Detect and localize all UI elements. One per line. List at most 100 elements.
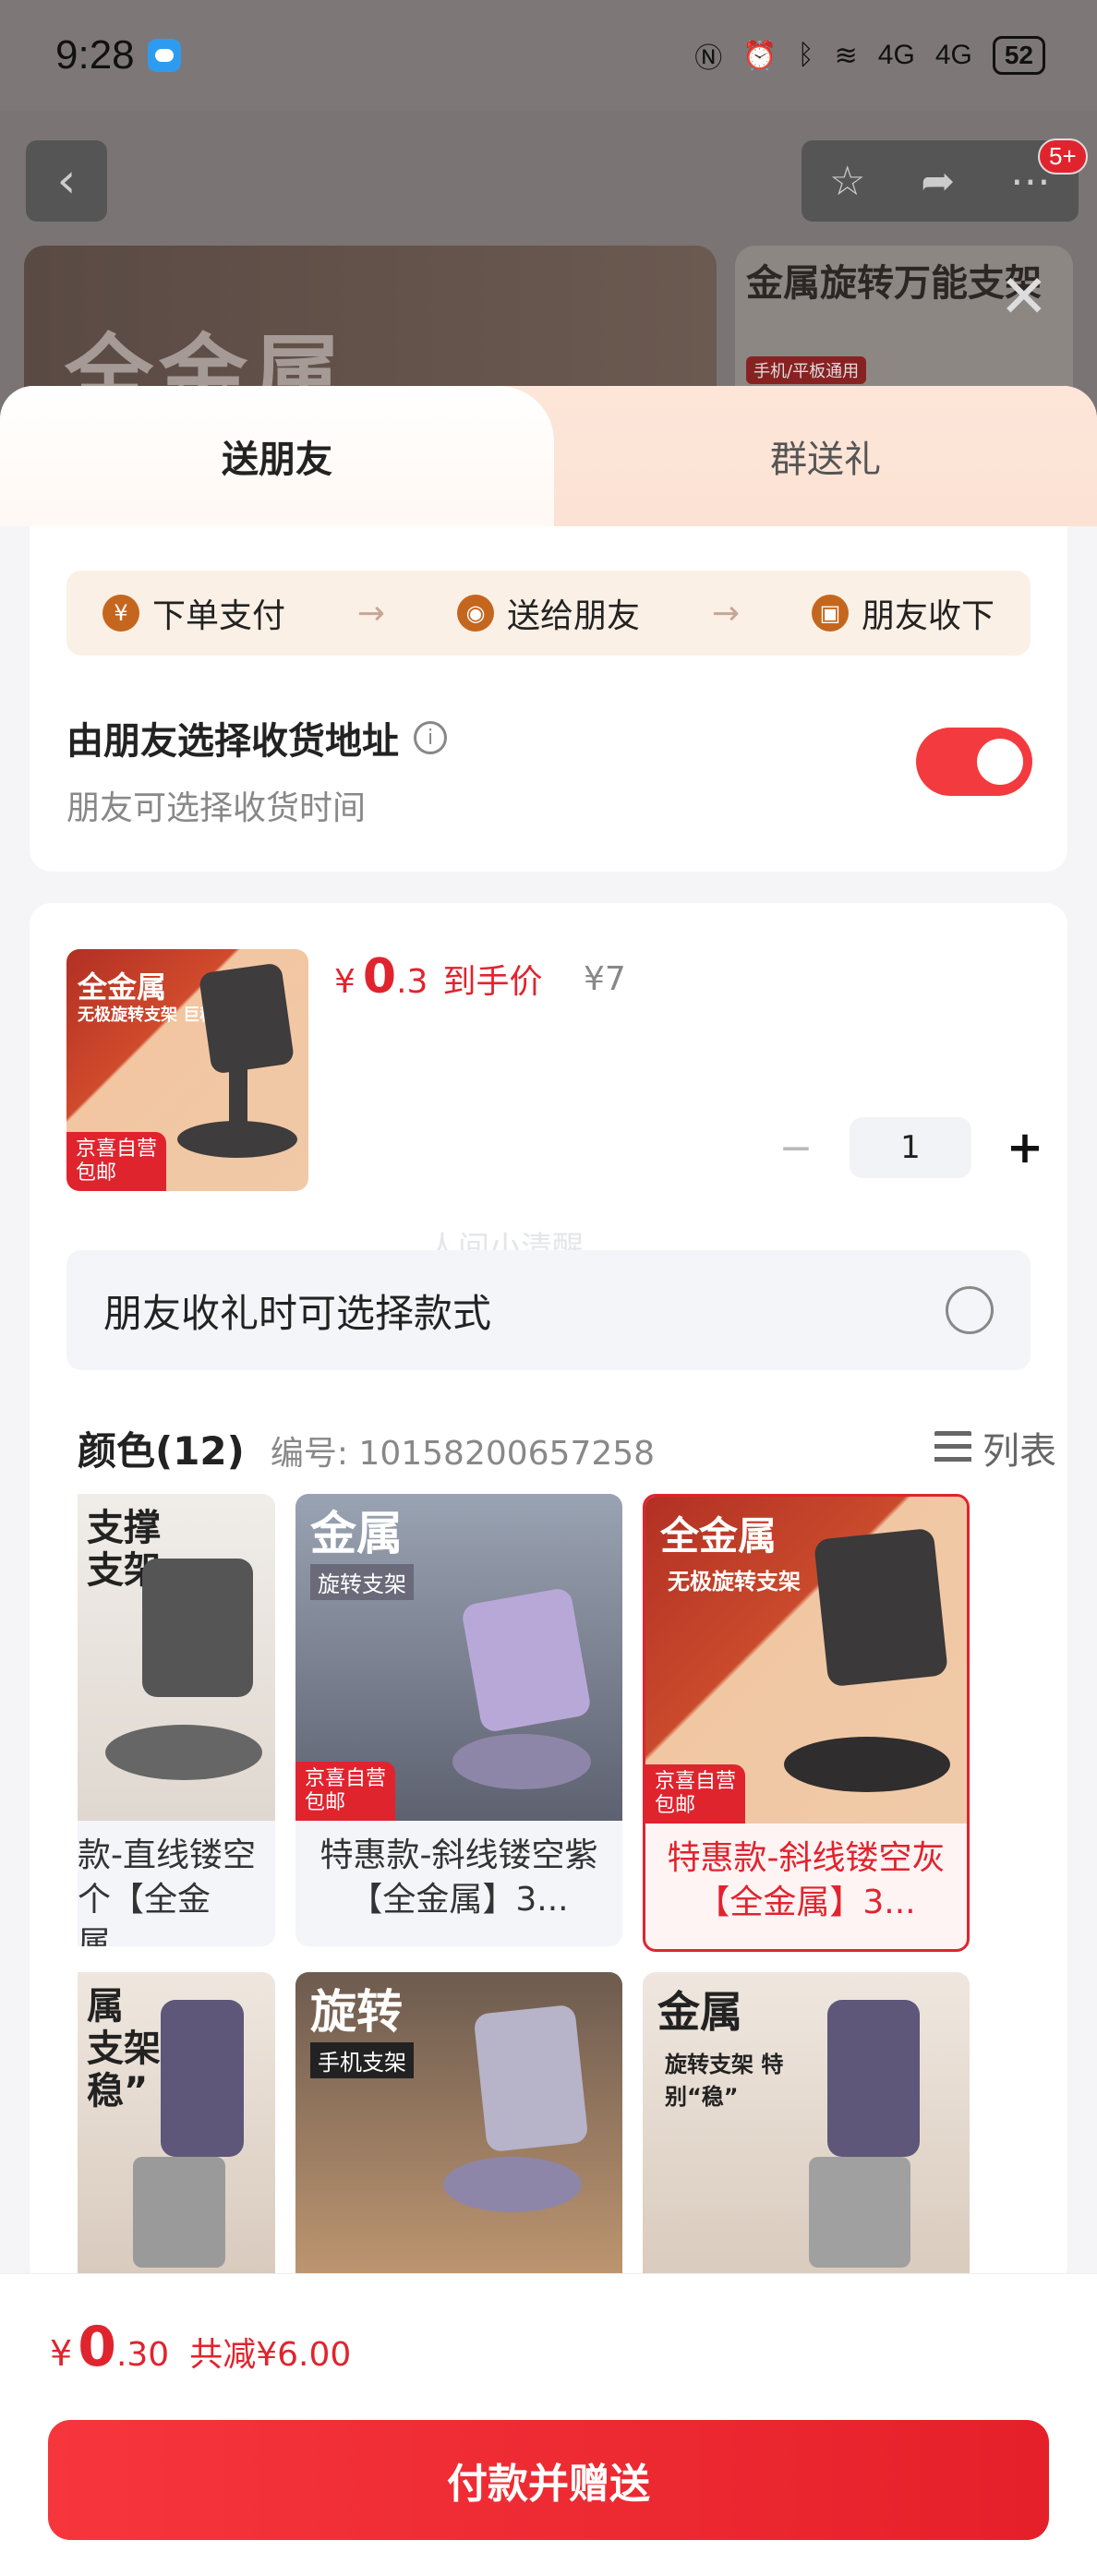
yen-icon: ¥: [102, 595, 139, 632]
self-operated-badge: 京喜自营 包邮: [66, 1132, 167, 1191]
share-icon[interactable]: ➦: [921, 158, 955, 205]
color-grid: 支撑 支架 款-直线镂空 个【全金属... 金属 旋转支架 京喜自营 包邮 特惠款…: [78, 1494, 1056, 2288]
list-view-toggle[interactable]: 列表: [934, 1421, 1056, 1475]
self-operated-badge: 京喜自营 包邮: [645, 1764, 746, 1824]
chat-icon: ◉: [456, 595, 494, 632]
color-option-image-text: 金属: [657, 1987, 742, 2037]
total-price: ¥ 0 .30 共减¥6.00: [50, 2315, 351, 2379]
total-integer: 0: [78, 2315, 116, 2379]
bluetooth-icon: ᛒ: [797, 40, 814, 70]
nfc-icon: Ⓝ: [694, 43, 723, 74]
color-option-image: 属 支架 稳”: [78, 1972, 275, 2288]
decrease-button[interactable]: −: [768, 1125, 824, 1172]
arrow-right-icon: →: [711, 594, 741, 632]
address-option-subtitle: 朋友可选择收货时间: [66, 789, 367, 827]
background-page: ‹ ☆ ➦ ⋯ 5+ 全金属 金属旋转万能支架 手机/平板通用 ✕: [0, 111, 1097, 430]
checkout-bar: ¥ 0 .30 共减¥6.00 付款并赠送: [0, 2273, 1097, 2576]
color-option-label: 特惠款-斜线镂空紫【全金属】3...: [319, 1836, 598, 1919]
currency-symbol: ¥: [334, 963, 356, 1001]
info-icon[interactable]: i: [414, 721, 447, 754]
color-option-label: 特惠款-斜线镂空灰【全金属】3...: [667, 1839, 946, 1921]
tab-send-friend[interactable]: 送朋友: [0, 386, 554, 526]
badge-line2: 包邮: [655, 1794, 696, 1817]
currency-symbol: ¥: [50, 2333, 73, 2374]
favorite-icon[interactable]: ☆: [829, 158, 865, 205]
badge-line2: 包邮: [305, 1791, 346, 1814]
flow-step-pay: ¥ 下单支付: [102, 589, 285, 637]
color-option-image-text: 属 支架 稳”: [87, 1985, 161, 2113]
gift-sheet: 送朋友 群送礼 ¥ 下单支付 → ◉ 送给朋友 → ▣ 朋友收下 由朋友选择收货…: [0, 386, 1097, 2576]
back-button[interactable]: ‹: [26, 140, 107, 222]
status-bar: 9:28 Ⓝ ⏰ ᛒ ≋ 4G 4G 52: [0, 0, 1097, 111]
gift-tabs: 送朋友 群送礼: [0, 386, 1097, 526]
message-icon: [147, 39, 181, 72]
close-icon[interactable]: ✕: [999, 262, 1049, 331]
stand-graphic: [229, 1060, 247, 1125]
product-card: 全金属 无极旋转支架 巨稳! 京喜自营 包邮 ¥ 0 .3 到手价 ¥7 − 1…: [30, 903, 1067, 2288]
stand-graphic: [133, 2157, 225, 2268]
stand-graphic: [177, 1121, 297, 1158]
banner-side-tag: 手机/平板通用: [746, 356, 867, 384]
color-option[interactable]: 属 支架 稳”: [78, 1972, 275, 2288]
quantity-value[interactable]: 1: [850, 1117, 971, 1178]
color-title: 颜色(12): [78, 1428, 245, 1474]
stand-graphic: [460, 1586, 593, 1734]
flow-step-send: ◉ 送给朋友: [456, 589, 640, 637]
alarm-icon: ⏰: [742, 40, 778, 71]
stand-graphic: [161, 2000, 244, 2157]
color-option-image-sub: 无极旋转支架: [668, 1569, 801, 1595]
gift-icon: ▣: [812, 595, 850, 632]
stand-graphic: [142, 1559, 253, 1697]
stand-graphic: [813, 1527, 949, 1688]
list-view-label: 列表: [982, 1430, 1056, 1473]
increase-button[interactable]: +: [997, 1122, 1053, 1174]
flow-step-label: 朋友收下: [862, 597, 995, 635]
stand-graphic: [473, 2004, 589, 2153]
color-option[interactable]: 金属 旋转支架 京喜自营 包邮 特惠款-斜线镂空紫【全金属】3...: [295, 1494, 622, 1946]
list-icon: [934, 1431, 971, 1464]
product-code: 编号: 10158200657258: [270, 1435, 656, 1473]
wifi-icon: ≋: [834, 40, 858, 71]
flow-step-receive: ▣ 朋友收下: [812, 589, 995, 637]
flow-step-label: 下单支付: [151, 597, 285, 635]
status-time: 9:28: [55, 32, 135, 78]
status-icons: Ⓝ ⏰ ᛒ ≋ 4G 4G 52: [694, 35, 1045, 76]
color-option-image: 金属 旋转支架 京喜自营 包邮: [295, 1494, 622, 1821]
color-option[interactable]: 支撑 支架 款-直线镂空 个【全金属...: [78, 1494, 275, 1946]
color-option-image: 支撑 支架: [78, 1494, 275, 1821]
stand-graphic: [809, 2157, 910, 2268]
thumb-subtitle: 无极旋转支架 巨稳!: [78, 1005, 224, 1025]
color-option[interactable]: 金属 旋转支架 特别“稳”: [643, 1972, 970, 2288]
stand-graphic: [443, 2157, 582, 2212]
color-option-image-text: 全金属: [660, 1513, 778, 1559]
color-option-selected[interactable]: 全金属 无极旋转支架 京喜自营 包邮 特惠款-斜线镂空灰【全金属】3...: [643, 1494, 970, 1952]
friend-choose-style-option[interactable]: 朋友收礼时可选择款式: [66, 1250, 1031, 1370]
color-option-image-text: 旋转: [310, 1985, 403, 2039]
address-option-title: 由朋友选择收货地址 i: [66, 711, 447, 764]
tab-group-gift[interactable]: 群送礼: [554, 386, 1097, 526]
badge-line1: 京喜自营: [305, 1767, 387, 1790]
color-option[interactable]: 旋转 手机支架: [295, 1972, 622, 2288]
stand-graphic: [452, 1734, 591, 1789]
color-option-image-sub: 旋转支架 特别“稳”: [665, 2052, 784, 2110]
stand-graphic: [105, 1725, 262, 1780]
color-option-image: 旋转 手机支架: [295, 1972, 622, 2288]
style-option-radio[interactable]: [946, 1286, 994, 1334]
badge-line1: 京喜自营: [76, 1138, 158, 1161]
color-option-image-sub: 手机支架: [310, 2042, 414, 2078]
badge-line1: 京喜自营: [655, 1770, 737, 1793]
banner-side-title: 金属旋转万能支架: [746, 262, 1042, 305]
color-option-image: 金属 旋转支架 特别“稳”: [643, 1972, 970, 2288]
stand-graphic: [827, 2000, 920, 2157]
pay-and-gift-button[interactable]: 付款并赠送: [48, 2420, 1049, 2540]
badge-line2: 包邮: [76, 1162, 117, 1185]
gift-settings-card: ¥ 下单支付 → ◉ 送给朋友 → ▣ 朋友收下 由朋友选择收货地址 i 朋友可…: [30, 526, 1067, 872]
total-decimal: .30: [115, 2336, 170, 2374]
notification-badge: 5+: [1038, 138, 1088, 175]
final-price: ¥ 0 .3 到手价: [334, 949, 542, 1005]
quantity-stepper: − 1 +: [768, 1117, 1053, 1178]
friend-address-toggle[interactable]: [916, 728, 1032, 796]
address-title-text: 由朋友选择收货地址: [66, 720, 399, 763]
battery-icon: 52: [992, 36, 1045, 75]
color-header: 颜色(12) 编号: 10158200657258 列表: [78, 1420, 1056, 1476]
